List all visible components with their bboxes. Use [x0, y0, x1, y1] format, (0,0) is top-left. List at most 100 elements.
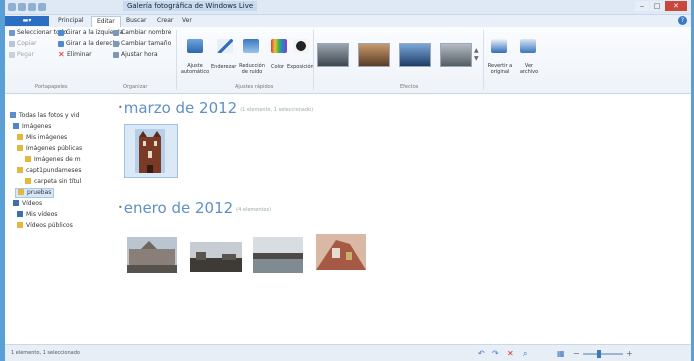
- noise-reduction-icon: [243, 39, 259, 53]
- select-all-icon: [9, 30, 15, 36]
- undo-icon[interactable]: [18, 3, 26, 11]
- group-label-effects: Efectos: [400, 84, 419, 90]
- color-button[interactable]: Color: [271, 63, 284, 71]
- photo-thumbnail-selected[interactable]: [124, 124, 178, 178]
- photo-thumbnail[interactable]: [253, 237, 303, 273]
- adjust-time-icon: [113, 52, 119, 58]
- folder-icon: [17, 167, 23, 173]
- collapse-bullet-icon: •: [118, 103, 123, 112]
- videos-folder-icon: [17, 211, 23, 217]
- rotate-left-icon: [58, 30, 64, 36]
- tab-crear[interactable]: Crear: [152, 16, 178, 26]
- delete-icon[interactable]: ✕: [507, 349, 514, 358]
- help-icon[interactable]: ?: [678, 16, 687, 25]
- rotate-right-button[interactable]: Girar a la derecha: [66, 40, 120, 48]
- rename-icon: [113, 30, 119, 36]
- folder-icon: [25, 178, 31, 184]
- exposure-icon: [293, 39, 309, 53]
- rotate-right-icon: [58, 41, 64, 47]
- collapse-bullet-icon: •: [118, 203, 123, 212]
- maximize-button[interactable]: □: [650, 1, 664, 11]
- paste-button[interactable]: Pegar: [17, 51, 34, 59]
- tab-editar[interactable]: Editar: [91, 16, 121, 27]
- effect-sepia-thumb[interactable]: [358, 43, 390, 67]
- minimize-button[interactable]: ‒: [635, 1, 649, 11]
- photo-colorful-street: [316, 234, 366, 270]
- group-header-march-2012[interactable]: •marzo de 2012 (1 elemento, 1 seleccionad…: [118, 100, 313, 118]
- ribbon-tabs: ▬▾ Principal Editar Buscar Crear Ver ?: [5, 15, 691, 27]
- tab-buscar[interactable]: Buscar: [121, 16, 152, 26]
- effect-gray-thumb[interactable]: [440, 43, 472, 67]
- nav-item-public-videos[interactable]: Vídeos públicos: [17, 222, 73, 230]
- nav-item-pruebas[interactable]: pruebas: [15, 188, 55, 198]
- nav-item-sample-images[interactable]: Imágenes de m: [25, 156, 81, 164]
- auto-adjust-button[interactable]: Ajuste automático: [177, 63, 213, 75]
- rotate-left-icon[interactable]: ↶: [478, 349, 485, 358]
- group-label-clipboard: Portapapeles: [35, 84, 68, 90]
- window-controls: ‒ □ ✕: [635, 1, 687, 11]
- window-title: Galería fotográfica de Windows Live: [123, 1, 258, 11]
- nav-item-videos[interactable]: Vídeos: [13, 200, 42, 208]
- group-label-organize: Organizar: [123, 84, 148, 90]
- photo-plaza: [127, 237, 177, 273]
- qat-dropdown-icon[interactable]: [38, 3, 46, 11]
- folder-icon: [18, 189, 24, 195]
- copy-button[interactable]: Copiar: [17, 40, 36, 48]
- resize-icon: [113, 41, 119, 47]
- ribbon: Seleccionar todo Copiar Pegar Girar a la…: [5, 27, 691, 94]
- ribbon-separator: [176, 30, 177, 90]
- adjust-time-button[interactable]: Ajustar hora: [121, 51, 158, 59]
- photo-thumbnail[interactable]: [190, 242, 242, 272]
- tab-ver[interactable]: Ver: [177, 16, 197, 26]
- revert-button[interactable]: Revertir a original: [485, 63, 515, 75]
- file-menu-icon: ▬▾: [22, 17, 32, 24]
- folder-icon: [17, 134, 23, 140]
- straighten-icon: [217, 39, 233, 53]
- delete-icon: ✕: [58, 50, 65, 59]
- title-bar: Galería fotográfica de Windows Live ‒ □ …: [5, 0, 691, 15]
- ribbon-separator: [313, 30, 314, 90]
- straighten-button[interactable]: Enderezar: [211, 63, 236, 71]
- zoom-in-icon[interactable]: +: [626, 349, 633, 358]
- view-file-icon: [520, 39, 536, 53]
- zoom-slider-thumb[interactable]: [597, 350, 601, 358]
- nav-item-untitled-folder[interactable]: carpeta sin títul: [25, 178, 81, 186]
- effect-cyan-thumb[interactable]: [399, 43, 431, 67]
- thumbnail-view-icon[interactable]: ▦: [557, 349, 565, 358]
- resize-button[interactable]: Cambiar tamaño: [121, 40, 171, 48]
- revert-icon: [491, 39, 507, 53]
- tab-file[interactable]: ▬▾: [5, 16, 49, 26]
- noise-reduction-button[interactable]: Reducción de ruido: [236, 63, 268, 75]
- nav-item-all-photos[interactable]: Todas las fotos y vid: [10, 112, 80, 120]
- exposure-button[interactable]: Exposición: [287, 63, 314, 71]
- photo-gallery-window: Galería fotográfica de Windows Live ‒ □ …: [5, 0, 691, 361]
- auto-adjust-icon: [187, 39, 203, 53]
- nav-item-my-videos[interactable]: Mis vídeos: [17, 211, 57, 219]
- delete-button[interactable]: Eliminar: [67, 51, 92, 59]
- rotate-right-icon[interactable]: ↷: [492, 349, 499, 358]
- effects-scroll-icon[interactable]: ▲ ▼: [474, 47, 479, 63]
- photo-thumbnail[interactable]: [316, 234, 366, 270]
- nav-item-capt-folder[interactable]: capt1pundameses: [17, 167, 81, 175]
- photos-icon: [10, 112, 16, 118]
- rename-button[interactable]: Cambiar nombre: [121, 29, 171, 37]
- app-icon[interactable]: [8, 3, 16, 11]
- zoom-out-icon[interactable]: −: [573, 349, 580, 358]
- photo-cathedral: [135, 129, 165, 173]
- close-button[interactable]: ✕: [665, 1, 687, 11]
- tab-principal[interactable]: Principal: [53, 16, 89, 26]
- zoom-icon[interactable]: ⌕: [523, 349, 527, 358]
- nav-item-images[interactable]: Imágenes: [13, 123, 51, 131]
- zoom-slider[interactable]: [583, 350, 623, 358]
- color-icon: [271, 39, 287, 53]
- view-file-button[interactable]: Ver archivo: [518, 63, 540, 75]
- effect-bw-thumb[interactable]: [317, 43, 349, 67]
- nav-item-my-images[interactable]: Mis imágenes: [17, 134, 67, 142]
- group-label-quick-adjust: Ajustes rápidos: [235, 84, 274, 90]
- ribbon-separator: [483, 30, 484, 90]
- nav-item-public-images[interactable]: Imágenes públicas: [17, 145, 82, 153]
- paste-icon: [9, 52, 15, 58]
- group-header-january-2012[interactable]: •enero de 2012 (4 elementos): [118, 200, 271, 218]
- photo-thumbnail[interactable]: [127, 237, 177, 273]
- redo-icon[interactable]: [28, 3, 36, 11]
